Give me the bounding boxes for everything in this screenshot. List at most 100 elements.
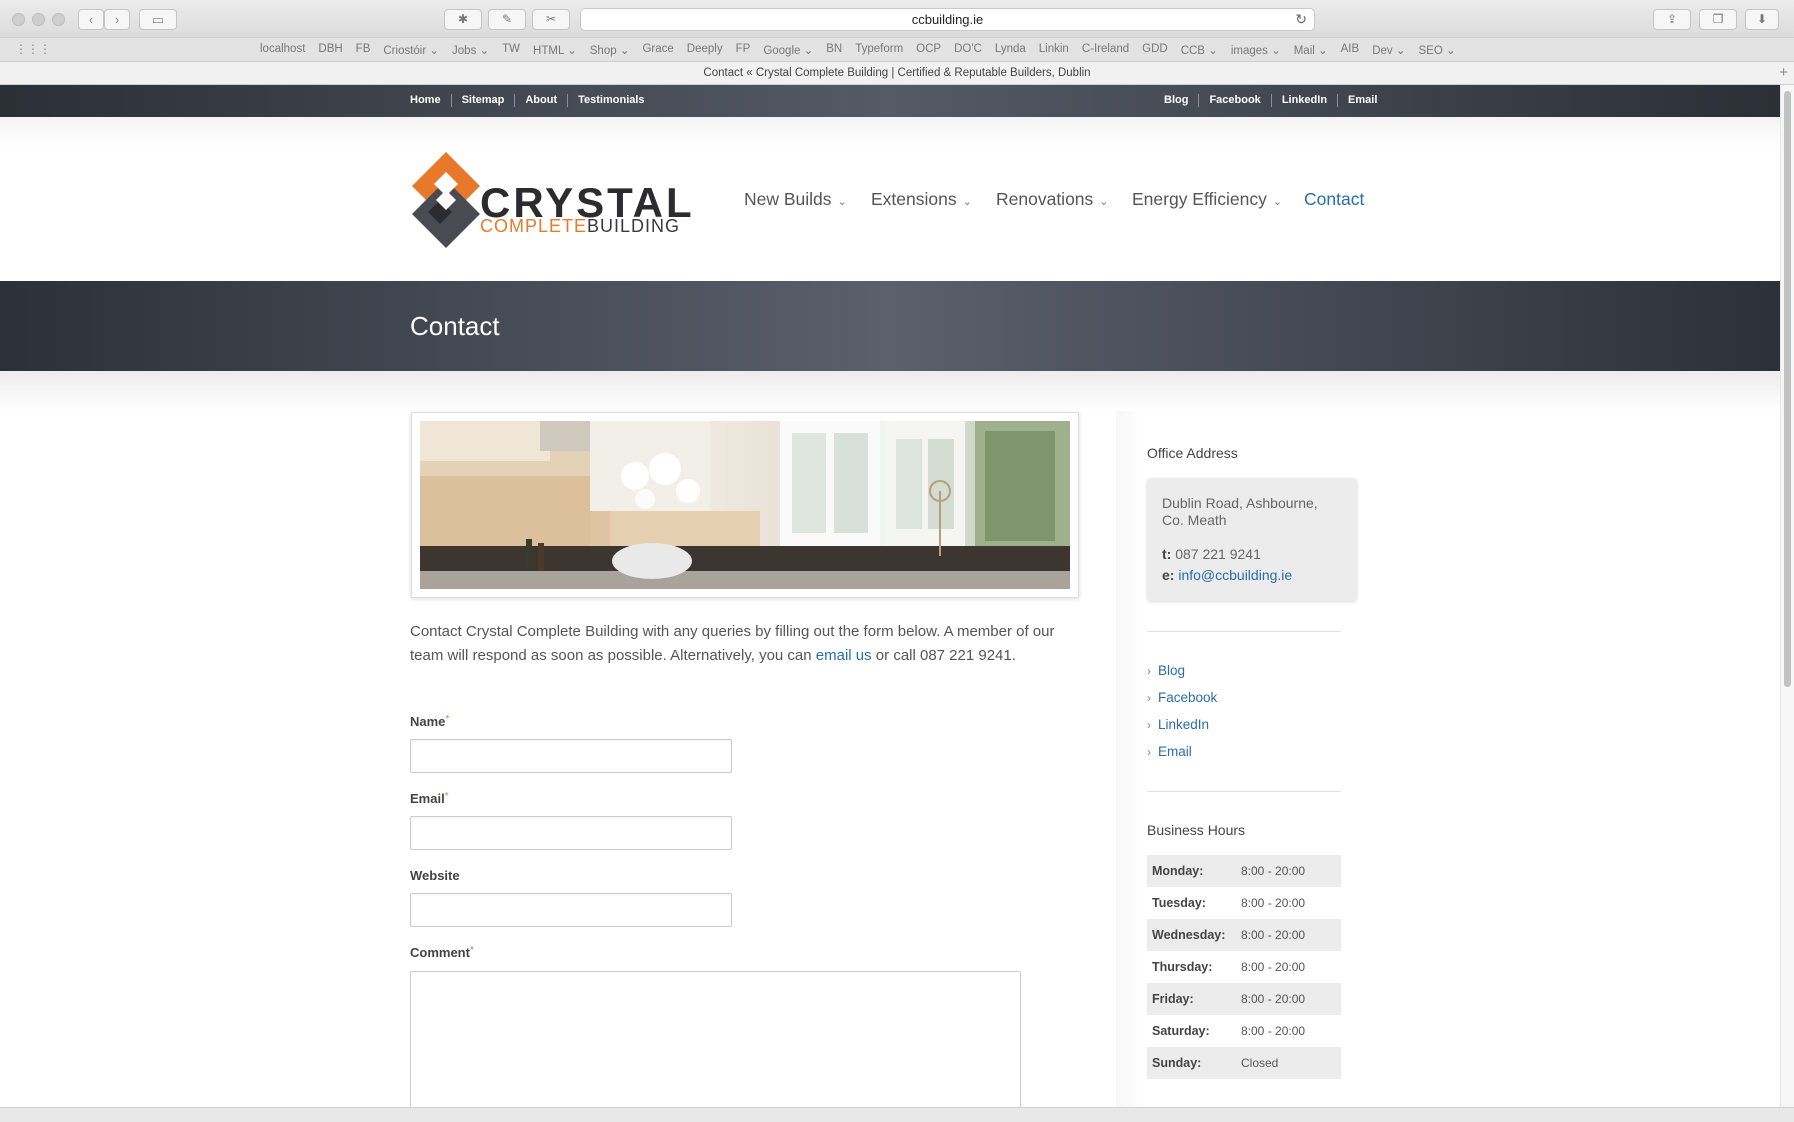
clipper-icon[interactable]: ✂ [532, 9, 570, 30]
bookmark-item[interactable]: Google ⌄ [763, 43, 813, 57]
comment-label-text: Comment [410, 945, 470, 960]
bookmark-item[interactable]: DO'C [954, 43, 982, 57]
sidebar-link-email-label: Email [1158, 744, 1192, 759]
topbar-link-linkedin[interactable]: LinkedIn [1272, 94, 1339, 107]
share-icon[interactable]: ⇪ [1653, 9, 1691, 30]
bookmark-item[interactable]: Typeform [855, 43, 903, 57]
hours-time: 8:00 - 20:00 [1241, 960, 1306, 974]
email-us-link[interactable]: email us [816, 647, 872, 664]
bookmark-item[interactable]: Deeply [687, 43, 723, 57]
nav-energy-efficiency[interactable]: Energy Efficiency ⌄ [1132, 189, 1282, 210]
sidebar-link-email[interactable]: › Email [1147, 744, 1192, 759]
bookmark-item[interactable]: Linkin [1039, 43, 1069, 57]
email-prefix: e: [1162, 567, 1175, 583]
bookmark-item[interactable]: CCB ⌄ [1181, 43, 1218, 57]
business-hours-table: Monday: 8:00 - 20:00 Tuesday: 8:00 - 20:00… [1147, 855, 1341, 1079]
bookmark-item[interactable]: Dev ⌄ [1372, 43, 1405, 57]
bookmark-item[interactable]: localhost [260, 43, 305, 57]
hours-day: Monday: [1152, 864, 1204, 878]
address-bar[interactable]: ccbuilding.ie ↻ [580, 8, 1315, 31]
minimize-window-button[interactable] [32, 13, 45, 26]
hours-time: 8:00 - 20:00 [1241, 928, 1306, 942]
bookmark-item[interactable]: GDD [1142, 43, 1168, 57]
forward-icon[interactable]: › [104, 9, 130, 30]
hours-row: Thursday: 8:00 - 20:00 [1147, 951, 1341, 983]
topbar-link-testimonials[interactable]: Testimonials [568, 94, 654, 107]
business-hours-heading: Business Hours [1147, 822, 1246, 838]
bookmark-item[interactable]: Shop ⌄ [590, 43, 630, 57]
logo-sub-building: BUILDING [587, 216, 681, 236]
topbar-left-nav: Home Sitemap About Testimonials [410, 94, 655, 107]
topbar-right-nav: Blog Facebook LinkedIn Email [1164, 94, 1387, 107]
url-text: ccbuilding.ie [911, 12, 984, 27]
bookmark-item[interactable]: SEO ⌄ [1418, 43, 1455, 57]
reload-icon[interactable]: ↻ [1295, 9, 1307, 30]
bookmark-item[interactable]: Mail ⌄ [1294, 43, 1328, 57]
topbar-link-blog[interactable]: Blog [1164, 94, 1200, 107]
nav-extensions[interactable]: Extensions ⌄ [871, 189, 972, 210]
sidebar-toggle-icon[interactable]: ▭ [139, 9, 177, 30]
nav-renovations-label: Renovations [996, 189, 1094, 209]
sidebar-link-blog[interactable]: › Blog [1147, 663, 1185, 678]
nav-renovations[interactable]: Renovations ⌄ [996, 189, 1109, 210]
topbar-link-email[interactable]: Email [1338, 94, 1387, 107]
tabs-overview-icon[interactable]: ❐ [1699, 9, 1737, 30]
intro-text-2: or call 087 221 9241. [871, 647, 1016, 664]
hours-time: 8:00 - 20:00 [1241, 992, 1306, 1006]
scrollbar-thumb[interactable] [1784, 91, 1791, 687]
bookmark-item[interactable]: C-Ireland [1082, 43, 1129, 57]
bookmark-item[interactable]: DBH [318, 43, 342, 57]
sidebar-divider [1147, 631, 1341, 632]
back-icon[interactable]: ‹ [78, 9, 104, 30]
chevron-right-icon: › [1147, 718, 1151, 732]
sidebar-link-linkedin[interactable]: › LinkedIn [1147, 717, 1209, 732]
bookmark-item[interactable]: Grace [642, 43, 673, 57]
address-line-1: Dublin Road, Ashbourne, [1162, 495, 1318, 511]
tab-title[interactable]: Contact « Crystal Complete Building | Ce… [703, 67, 1090, 79]
bookmark-item[interactable]: Criostóir ⌄ [383, 43, 439, 57]
new-tab-icon[interactable]: + [1779, 62, 1788, 84]
address-line-2: Co. Meath [1162, 512, 1227, 528]
logo-mark-icon[interactable] [410, 150, 482, 250]
hours-day: Friday: [1152, 992, 1194, 1006]
bookmark-item[interactable]: Jobs ⌄ [452, 43, 489, 57]
downloads-icon[interactable]: ⬇ [1745, 9, 1779, 30]
content-shadow [0, 371, 1780, 411]
apps-grid-icon[interactable]: ⋮⋮⋮ [15, 42, 51, 56]
bookmark-item[interactable]: Lynda [995, 43, 1026, 57]
sidebar-link-facebook[interactable]: › Facebook [1147, 690, 1217, 705]
required-mark: * [469, 945, 474, 956]
bookmark-item[interactable]: OCP [916, 43, 941, 57]
bookmark-list: localhost DBH FB Criostóir ⌄ Jobs ⌄ TW HTML ⌄ S… [260, 43, 1469, 57]
extension-icon[interactable]: ✱ [444, 9, 482, 30]
hours-day: Sunday: [1152, 1056, 1202, 1070]
annotate-icon[interactable]: ✎ [488, 9, 526, 30]
bookmark-item[interactable]: FB [356, 43, 371, 57]
site-topbar: Home Sitemap About Testimonials Blog Fac… [0, 85, 1780, 117]
topbar-link-about[interactable]: About [515, 94, 569, 107]
office-email-link[interactable]: info@ccbuilding.ie [1178, 567, 1292, 583]
zoom-window-button[interactable] [52, 13, 65, 26]
bookmark-item[interactable]: HTML ⌄ [533, 43, 577, 57]
close-window-button[interactable] [12, 13, 25, 26]
bookmark-item[interactable]: BN [826, 43, 842, 57]
topbar-link-home[interactable]: Home [410, 94, 452, 107]
page-scrollbar[interactable] [1780, 85, 1794, 1107]
bookmark-item[interactable]: images ⌄ [1231, 43, 1281, 57]
nav-new-builds[interactable]: New Builds ⌄ [744, 189, 847, 210]
comment-textarea[interactable] [410, 971, 1021, 1111]
bookmark-item[interactable]: FP [736, 43, 751, 57]
nav-contact[interactable]: Contact [1304, 189, 1364, 210]
email-field[interactable] [410, 816, 732, 850]
name-label-text: Name [410, 714, 446, 729]
kitchen-illustration [420, 421, 1070, 589]
hours-row: Sunday: Closed [1147, 1047, 1341, 1079]
hours-row: Saturday: 8:00 - 20:00 [1147, 1015, 1341, 1047]
website-field[interactable] [410, 893, 732, 927]
topbar-link-facebook[interactable]: Facebook [1199, 94, 1272, 107]
bookmark-item[interactable]: TW [502, 43, 520, 57]
bookmark-item[interactable]: AIB [1341, 43, 1360, 57]
topbar-link-sitemap[interactable]: Sitemap [452, 94, 516, 107]
chevron-right-icon: › [1147, 691, 1151, 705]
name-field[interactable] [410, 739, 732, 773]
